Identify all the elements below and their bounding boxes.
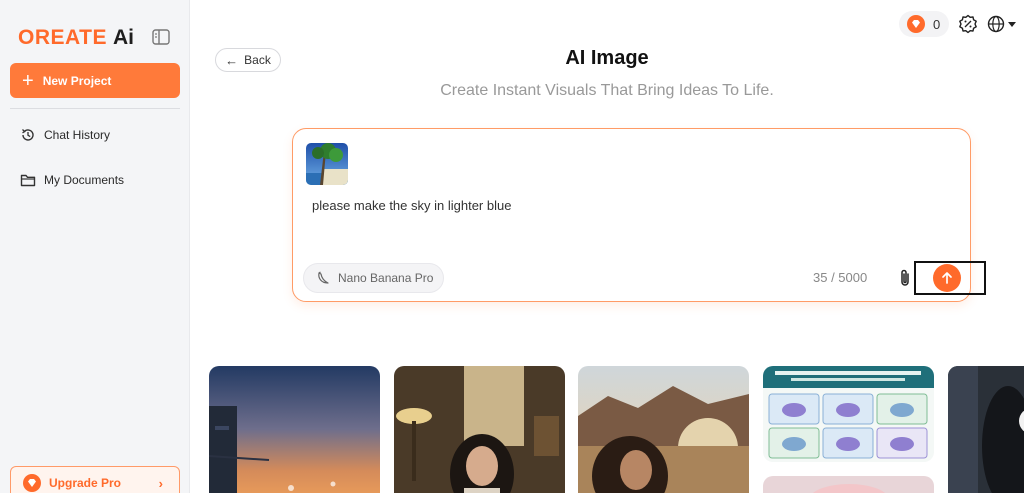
caret-down-icon (1008, 22, 1016, 27)
gallery-card-woman-portrait-interior[interactable] (394, 366, 565, 493)
page-title: AI Image (565, 47, 649, 69)
chevron-right-icon: › (158, 476, 163, 491)
history-icon (22, 129, 34, 141)
prompt-composer[interactable]: please make the sky in lighter blue Nano… (292, 128, 971, 302)
plus-icon: + (22, 69, 34, 92)
sidebar: OREATE Ai + New Project Chat History My … (0, 0, 190, 493)
gallery-card-pink-abstract[interactable] (763, 476, 934, 493)
model-selector[interactable]: Nano Banana Pro (303, 263, 444, 293)
paperclip-icon[interactable] (897, 268, 913, 288)
gallery-card-crispr-infographic[interactable] (763, 366, 934, 462)
globe-icon (987, 15, 1005, 33)
sidebar-item-label: My Documents (44, 173, 125, 187)
brand-logo[interactable]: OREATE Ai (18, 26, 134, 50)
highlight-box (914, 261, 986, 295)
gallery-card-dark-portrait[interactable] (948, 366, 1024, 493)
credits-badge[interactable]: 0 (899, 11, 949, 37)
discount-badge-icon[interactable] (958, 14, 978, 34)
new-project-label: New Project (42, 73, 112, 88)
gem-icon (907, 15, 925, 33)
brand-suffix: Ai (112, 26, 134, 49)
character-counter: 35 / 5000 (813, 270, 868, 285)
language-selector[interactable] (987, 14, 1019, 34)
sidebar-item-chat-history[interactable]: Chat History (20, 125, 110, 145)
sidebar-collapse-icon[interactable] (152, 29, 170, 45)
app-root: OREATE Ai + New Project Chat History My … (0, 0, 1024, 493)
credits-count: 0 (933, 16, 941, 32)
model-name: Nano Banana Pro (338, 271, 434, 285)
sidebar-divider (10, 108, 180, 109)
brand-name: OREATE (18, 26, 107, 49)
gallery-card-woman-mountain-sunset[interactable] (578, 366, 749, 493)
gallery-card-sunset-cityscape[interactable] (209, 366, 380, 493)
new-project-button[interactable]: + New Project (10, 63, 180, 98)
gem-icon (23, 474, 41, 492)
folder-icon (20, 174, 36, 187)
sidebar-item-my-documents[interactable]: My Documents (20, 170, 124, 190)
attached-image-thumbnail[interactable] (306, 143, 348, 185)
upgrade-pro-button[interactable]: Upgrade Pro › (10, 466, 180, 493)
page-subtitle: Create Instant Visuals That Bring Ideas … (440, 82, 774, 99)
banana-icon (318, 271, 329, 284)
prompt-input[interactable]: please make the sky in lighter blue (312, 198, 511, 213)
sidebar-item-label: Chat History (44, 128, 111, 142)
upgrade-label: Upgrade Pro (49, 476, 122, 490)
